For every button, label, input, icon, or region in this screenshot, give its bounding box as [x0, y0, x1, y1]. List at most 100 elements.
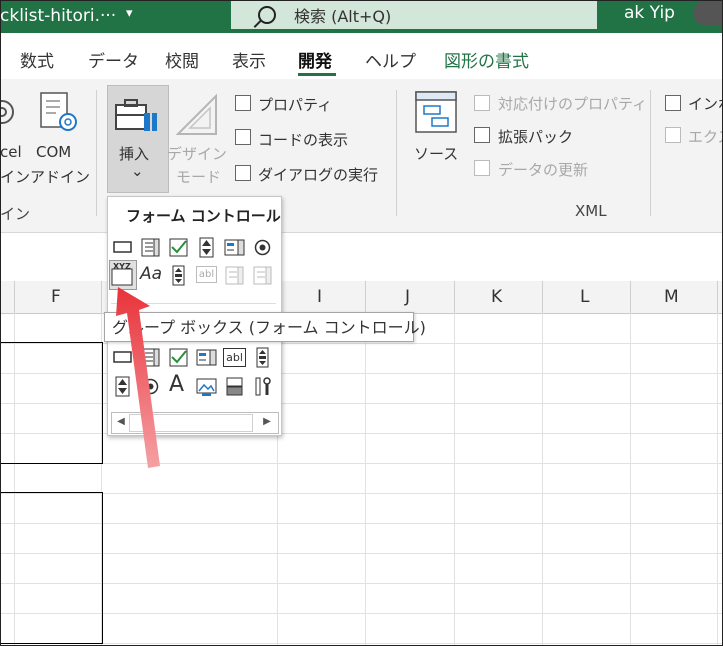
xml-source-button[interactable]: ソース [414, 143, 458, 164]
column-header-l[interactable]: L [580, 287, 589, 307]
search-icon [258, 6, 276, 24]
tab-review[interactable]: 校閲 [165, 47, 199, 72]
excel-addins-label-2[interactable]: イン [0, 166, 30, 187]
row-gridline [0, 523, 723, 524]
activex-button-icon[interactable] [112, 347, 133, 368]
combo-dropdown-edit-control-icon [253, 266, 272, 285]
column-gridline [454, 313, 455, 646]
group-box-icon-text: XYZ [113, 262, 131, 271]
label-control-icon[interactable]: Aa [140, 264, 162, 284]
spin-button-control-icon[interactable] [196, 237, 217, 258]
toolbox-icon [114, 97, 160, 137]
refresh-data-button[interactable]: データの更新 [498, 159, 588, 180]
column-header-j[interactable]: J [405, 287, 410, 307]
user-name[interactable]: ak Yip [624, 3, 675, 23]
column-gridline [717, 313, 718, 646]
column-header-m[interactable]: M [664, 287, 679, 307]
check-box-control-icon[interactable] [168, 237, 189, 258]
excel-addins-label-1[interactable]: cel [0, 143, 22, 161]
run-dialog-icon [235, 165, 251, 181]
column-divider [717, 281, 718, 313]
column-header-k[interactable]: K [491, 287, 502, 307]
tab-formulas[interactable]: 数式 [20, 47, 54, 72]
tab-shape-format[interactable]: 図形の書式 [444, 47, 529, 72]
view-code-icon [235, 129, 251, 145]
bordered-range[interactable] [0, 342, 103, 464]
ribbon-separator [96, 90, 97, 216]
scroll-left-icon[interactable]: ◀ [111, 412, 131, 432]
column-divider [101, 281, 102, 313]
popup-divider [111, 303, 276, 304]
column-divider [630, 281, 631, 313]
activex-image-icon[interactable] [196, 376, 217, 397]
list-box-control-icon[interactable] [224, 237, 245, 258]
title-dropdown-icon[interactable]: ▾ [126, 6, 133, 21]
refresh-data-icon [474, 160, 490, 176]
column-divider [365, 281, 366, 313]
com-addins-label-1[interactable]: COM [36, 143, 71, 161]
export-button[interactable]: エクス [688, 126, 723, 147]
activex-label-icon[interactable]: A [169, 372, 184, 397]
row-gridline [0, 463, 723, 464]
ribbon-separator [650, 90, 651, 216]
tab-data[interactable]: データ [88, 47, 139, 72]
properties-icon [235, 95, 251, 111]
column-divider [14, 281, 15, 313]
option-button-control-icon[interactable] [252, 237, 273, 258]
text-field-control-icon: abl [196, 266, 217, 283]
addins-group-label: イン [0, 205, 31, 223]
activex-toggle-button-icon[interactable] [224, 376, 245, 397]
column-gridline [630, 313, 631, 646]
group-box-tooltip: グループ ボックス (フォーム コントロール) [104, 312, 426, 342]
activex-spin-button-icon[interactable] [112, 376, 133, 397]
xml-source-icon[interactable] [414, 90, 458, 138]
design-mode-label-2[interactable]: モード [176, 166, 221, 187]
combo-list-edit-control-icon [225, 266, 244, 285]
com-addins-icon[interactable] [40, 92, 80, 136]
activex-text-box-icon[interactable]: abl [223, 348, 246, 367]
export-icon [665, 127, 681, 143]
activex-combo-box-icon[interactable] [140, 347, 161, 368]
activex-option-button-icon[interactable] [140, 376, 161, 397]
scroll-bar-control-icon[interactable] [168, 265, 189, 286]
column-divider [454, 281, 455, 313]
tab-view[interactable]: 表示 [232, 47, 266, 72]
expansion-packs-button[interactable]: 拡張パック [498, 126, 573, 147]
tab-help[interactable]: ヘルプ [365, 47, 416, 72]
import-icon [665, 95, 681, 111]
more-controls-tools-icon[interactable] [252, 376, 273, 397]
scrollbar-thumb[interactable] [129, 414, 253, 432]
import-button[interactable]: インポ [688, 93, 723, 114]
column-divider [542, 281, 543, 313]
insert-label[interactable]: 挿入 [119, 143, 149, 164]
button-control-icon[interactable] [112, 237, 133, 258]
properties-button[interactable]: プロパティ [258, 94, 332, 115]
activex-check-box-icon[interactable] [168, 347, 189, 368]
activex-scroll-bar-icon[interactable] [252, 347, 273, 368]
tab-developer[interactable]: 開発 [298, 47, 332, 72]
design-mode-label-1[interactable]: デザイン [167, 143, 227, 164]
combo-box-control-icon[interactable] [140, 237, 161, 258]
row-gridline [0, 553, 723, 554]
document-title: cklist-hitori.··· [0, 6, 117, 26]
xml-group-label: XML [575, 202, 607, 220]
avatar[interactable] [693, 0, 723, 26]
row-gridline [0, 583, 723, 584]
row-gridline [0, 493, 723, 494]
column-header-i[interactable]: I [317, 287, 322, 307]
excel-addins-gear-icon[interactable] [0, 92, 16, 132]
map-properties-button[interactable]: 対応付けのプロパティ [498, 93, 647, 114]
bordered-range[interactable] [0, 492, 103, 644]
search-box[interactable] [231, 0, 597, 29]
design-mode-icon[interactable] [174, 92, 220, 138]
view-code-button[interactable]: コードの表示 [258, 129, 348, 150]
expansion-packs-icon [474, 127, 490, 143]
active-tab-indicator [298, 73, 336, 76]
run-dialog-button[interactable]: ダイアログの実行 [258, 164, 378, 185]
scroll-right-icon[interactable]: ▶ [257, 412, 277, 432]
column-header-f[interactable]: F [51, 287, 61, 307]
chevron-down-icon[interactable]: ⌄ [131, 162, 144, 180]
activex-list-box-icon[interactable] [196, 347, 217, 368]
search-placeholder: 検索 (Alt+Q) [294, 7, 392, 26]
com-addins-label-2[interactable]: アドイン [30, 166, 90, 187]
